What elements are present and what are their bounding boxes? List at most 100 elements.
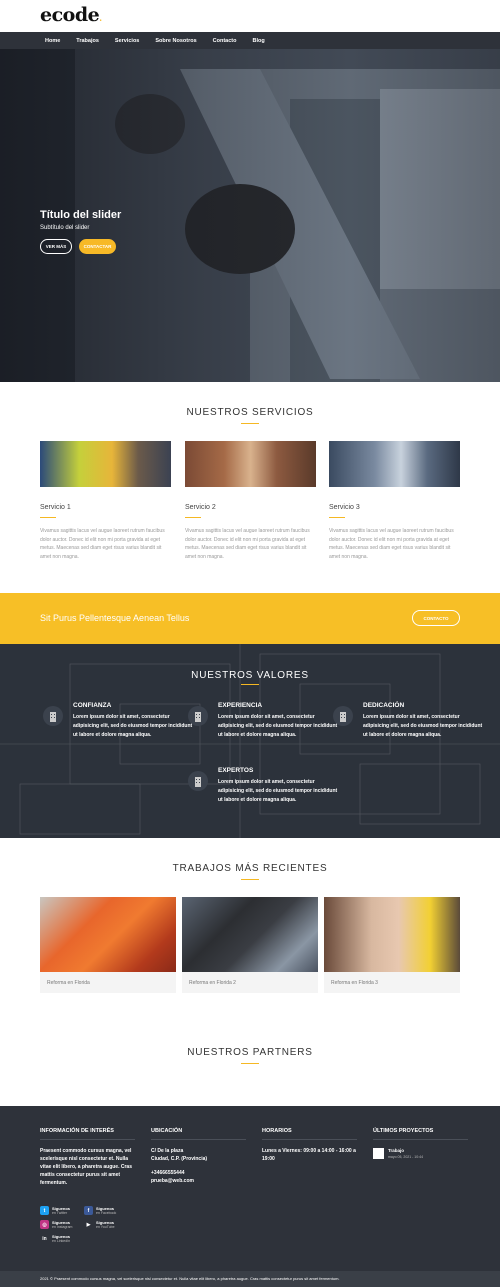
- building-icon: [43, 706, 63, 726]
- social-sub: en YouTube: [96, 1225, 115, 1229]
- value-name: EXPERTOS: [218, 767, 254, 774]
- services-section: NUESTROS SERVICIOS Servicio 1 Vivamus sa…: [0, 382, 500, 593]
- hero-title: Título del slider: [40, 209, 122, 221]
- title-underline: [241, 1063, 259, 1064]
- footer-phone[interactable]: +34666555444: [151, 1169, 246, 1177]
- footer-info: INFORMACIÓN DE INTERÉS Praesent commodo …: [40, 1128, 135, 1187]
- partners-section: NUESTROS PARTNERS: [0, 1038, 500, 1106]
- service-name[interactable]: Servicio 2: [185, 504, 316, 511]
- work-image[interactable]: [324, 897, 460, 972]
- cta-banner: Sit Purus Pellentesque Aenean Tellus CON…: [0, 593, 500, 644]
- service-image[interactable]: [329, 441, 460, 487]
- footer-city: Ciudad, C.P. (Provincia): [151, 1156, 208, 1162]
- footer-location: UBICACIÓN C/ De la plaza Ciudad, C.P. (P…: [151, 1128, 246, 1185]
- hero-slider: Título del slider Subtítulo del slider V…: [0, 49, 500, 382]
- youtube-icon: ▶: [86, 1221, 91, 1228]
- value-name: DEDICACIÓN: [363, 702, 405, 709]
- nav-blog[interactable]: Blog: [252, 38, 264, 44]
- values-title: NUESTROS VALORES: [191, 670, 309, 681]
- service-card: Servicio 3 Vivamus sagittis lacus vel au…: [329, 441, 460, 561]
- value-name: EXPERIENCIA: [218, 702, 263, 709]
- footer-email[interactable]: prueba@web.com: [151, 1177, 246, 1185]
- service-text: Vivamus sagittis lacus vel augue laoreet…: [40, 528, 165, 560]
- service-image[interactable]: [185, 441, 316, 487]
- work-caption[interactable]: Reforma en Florida: [40, 972, 176, 993]
- footer-info-title: INFORMACIÓN DE INTERÉS: [40, 1128, 114, 1134]
- header: ecode.: [0, 0, 500, 32]
- social-facebook[interactable]: f Síguenos en Facebook: [84, 1206, 129, 1216]
- footer-project-item[interactable]: Trabajo mayo 05, 2021 - 10:44: [373, 1147, 463, 1161]
- social-sub: en Facebook: [96, 1211, 117, 1215]
- service-name[interactable]: Servicio 3: [329, 504, 460, 511]
- footer-info-text: Praesent commodo cursus magna, vel scele…: [40, 1148, 132, 1186]
- building-icon: [333, 706, 353, 726]
- instagram-icon: ◎: [40, 1220, 49, 1229]
- twitter-icon: t: [40, 1206, 49, 1215]
- building-icon: [188, 771, 208, 791]
- value-item: EXPERTOS Lorem ipsum dolor sit amet, con…: [188, 767, 338, 805]
- value-name: CONFIANZA: [73, 702, 112, 709]
- project-date: mayo 05, 2021 - 10:44: [388, 1155, 424, 1159]
- main-nav: Home Trabajos Servicios Sobre Nosotros C…: [0, 32, 500, 49]
- copyright-text: 2021 © Praesent commodo cursus magna, ve…: [40, 1276, 340, 1281]
- nav-trabajos[interactable]: Trabajos: [76, 38, 99, 44]
- hero-contact-button[interactable]: CONTACTAR: [79, 239, 116, 254]
- project-thumbnail[interactable]: [373, 1148, 384, 1159]
- service-card: Servicio 1 Vivamus sagittis lacus vel au…: [40, 441, 171, 561]
- project-name[interactable]: Trabajo: [388, 1148, 404, 1153]
- title-underline: [241, 684, 259, 685]
- hero-more-button[interactable]: VER MÁS: [40, 239, 72, 254]
- social-youtube[interactable]: ▶ Síguenos en YouTube: [84, 1220, 129, 1230]
- footer-projects: ÚLTIMOS PROYECTOS: [373, 1128, 468, 1140]
- work-card[interactable]: Reforma en Florida 3: [324, 897, 460, 993]
- value-text: Lorem ipsum dolor sit amet, consectetur …: [363, 714, 483, 738]
- social-sub: en LinkedIn: [52, 1239, 71, 1243]
- work-card[interactable]: Reforma en Florida: [40, 897, 176, 993]
- value-text: Lorem ipsum dolor sit amet, consectetur …: [73, 714, 193, 738]
- social-twitter[interactable]: t Síguenos en Twitter: [40, 1206, 85, 1216]
- linkedin-icon: in: [42, 1235, 47, 1242]
- hero-subtitle: Subtítulo del slider: [40, 225, 90, 231]
- footer-projects-title: ÚLTIMOS PROYECTOS: [373, 1128, 434, 1134]
- nav-home[interactable]: Home: [45, 38, 60, 44]
- title-underline: [241, 879, 259, 880]
- cta-text: Sit Purus Pellentesque Aenean Tellus: [40, 613, 190, 623]
- value-item: CONFIANZA Lorem ipsum dolor sit amet, co…: [43, 702, 193, 740]
- works-section: TRABAJOS MÁS RECIENTES Reforma en Florid…: [0, 838, 500, 1038]
- social-linkedin[interactable]: in Síguenos en LinkedIn: [40, 1234, 85, 1244]
- footer-hours-title: HORARIOS: [262, 1128, 292, 1134]
- value-item: EXPERIENCIA Lorem ipsum dolor sit amet, …: [188, 702, 338, 740]
- service-text: Vivamus sagittis lacus vel augue laoreet…: [185, 528, 310, 560]
- service-card: Servicio 2 Vivamus sagittis lacus vel au…: [185, 441, 316, 561]
- service-name[interactable]: Servicio 1: [40, 504, 171, 511]
- value-text: Lorem ipsum dolor sit amet, consectetur …: [218, 714, 338, 738]
- service-text: Vivamus sagittis lacus vel augue laoreet…: [329, 528, 454, 560]
- footer-address: C/ De la plaza: [151, 1148, 184, 1154]
- footer-hours-text: Lunes a Viernes: 09:00 a 14:00 - 16:00 a…: [262, 1148, 356, 1162]
- footer: INFORMACIÓN DE INTERÉS Praesent commodo …: [0, 1106, 500, 1271]
- footer-hours: HORARIOS Lunes a Viernes: 09:00 a 14:00 …: [262, 1128, 357, 1163]
- work-image[interactable]: [40, 897, 176, 972]
- nav-contacto[interactable]: Contacto: [213, 38, 237, 44]
- logo[interactable]: ecode.: [40, 4, 102, 26]
- building-icon: [188, 706, 208, 726]
- cta-contact-button[interactable]: CONTACTO: [412, 610, 460, 626]
- work-caption[interactable]: Reforma en Florida 3: [324, 972, 460, 993]
- nav-servicios[interactable]: Servicios: [115, 38, 139, 44]
- values-section: NUESTROS VALORES CONFIANZA Lorem ipsum d…: [0, 644, 500, 838]
- title-underline: [241, 423, 259, 424]
- logo-text: ecode: [40, 4, 100, 26]
- social-sub: en Instagram: [52, 1225, 73, 1229]
- work-image[interactable]: [182, 897, 318, 972]
- social-instagram[interactable]: ◎ Síguenos en Instagram: [40, 1220, 85, 1230]
- footer-bottom-bar: 2021 © Praesent commodo cursus magna, ve…: [0, 1271, 500, 1287]
- footer-location-title: UBICACIÓN: [151, 1128, 183, 1134]
- social-sub: en Twitter: [52, 1211, 68, 1215]
- works-title: TRABAJOS MÁS RECIENTES: [172, 863, 328, 874]
- work-caption[interactable]: Reforma en Florida 2: [182, 972, 318, 993]
- nav-sobre-nosotros[interactable]: Sobre Nosotros: [155, 38, 196, 44]
- services-title: NUESTROS SERVICIOS: [186, 407, 314, 418]
- service-image[interactable]: [40, 441, 171, 487]
- value-text: Lorem ipsum dolor sit amet, consectetur …: [218, 779, 338, 803]
- work-card[interactable]: Reforma en Florida 2: [182, 897, 318, 993]
